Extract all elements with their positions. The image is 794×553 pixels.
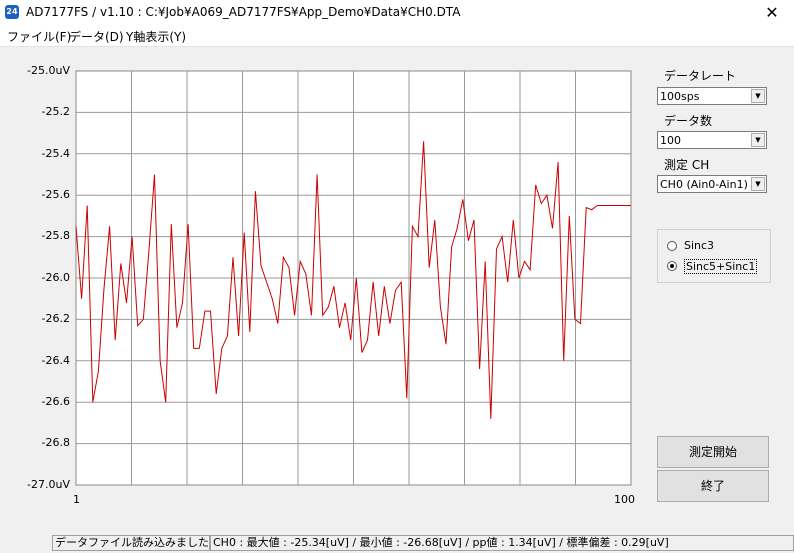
- y-tick-label: -25.8: [41, 229, 70, 242]
- x-tick-label: 100: [614, 493, 635, 506]
- y-tick-label: -26.4: [41, 354, 70, 367]
- y-tick-label: -27.0uV: [27, 478, 70, 491]
- menu-y-axis[interactable]: Y軸表示(Y): [126, 28, 186, 45]
- chevron-down-icon[interactable]: ▼: [751, 133, 765, 147]
- menu-file[interactable]: ファイル(F): [7, 28, 71, 45]
- y-tick-label: -26.2: [41, 312, 70, 325]
- radio-sinc5-sinc1[interactable]: [667, 261, 677, 271]
- radio-selected-dot: [670, 264, 674, 268]
- data-count-label: データ数: [664, 114, 713, 128]
- y-tick-label: -25.0uV: [27, 64, 70, 77]
- menu-bar: ファイル(F) データ(D) Y軸表示(Y): [0, 26, 794, 47]
- menu-data[interactable]: データ(D): [69, 28, 124, 45]
- chevron-down-icon[interactable]: ▼: [751, 89, 765, 103]
- y-tick-label: -25.6: [41, 188, 70, 201]
- close-button[interactable]: ✕: [750, 0, 794, 26]
- window-title: AD7177FS / v1.10 : C:¥Job¥A069_AD7177FS¥…: [26, 5, 461, 19]
- status-bar: データファイル読み込みました CH0 : 最大値 : -25.34[uV] / …: [0, 533, 794, 553]
- radio-sinc3-label[interactable]: Sinc3: [684, 239, 714, 252]
- y-tick-label: -26.0: [41, 271, 70, 284]
- start-measure-button[interactable]: 測定開始: [657, 436, 769, 468]
- status-stats: CH0 : 最大値 : -25.34[uV] / 最小値 : -26.68[uV…: [210, 535, 794, 551]
- waveform-chart: [75, 70, 632, 486]
- chart-area: -25.0uV -25.2 -25.4 -25.6 -25.8 -26.0 -2…: [0, 48, 645, 533]
- radio-sinc5-sinc1-label[interactable]: Sinc5+Sinc1: [684, 259, 758, 274]
- radio-sinc3[interactable]: [667, 241, 677, 251]
- y-tick-label: -25.2: [41, 105, 70, 118]
- exit-button[interactable]: 終了: [657, 470, 769, 502]
- filter-radio-group: Sinc3 Sinc5+Sinc1: [657, 229, 771, 283]
- data-count-value: 100: [660, 134, 681, 147]
- data-rate-value: 100sps: [660, 90, 700, 103]
- data-rate-label: データレート: [664, 69, 737, 83]
- chevron-down-icon[interactable]: ▼: [751, 177, 765, 191]
- title-bar: 24 AD7177FS / v1.10 : C:¥Job¥A069_AD7177…: [0, 0, 794, 26]
- status-message: データファイル読み込みました: [52, 535, 210, 551]
- x-tick-label: 1: [73, 493, 80, 506]
- channel-value: CH0 (Ain0-Ain1): [660, 178, 748, 191]
- channel-label: 測定 CH: [664, 158, 710, 172]
- channel-select[interactable]: CH0 (Ain0-Ain1) ▼: [657, 175, 767, 193]
- app-icon: 24: [5, 5, 19, 19]
- y-tick-label: -26.6: [41, 395, 70, 408]
- data-count-select[interactable]: 100 ▼: [657, 131, 767, 149]
- data-rate-select[interactable]: 100sps ▼: [657, 87, 767, 105]
- y-tick-label: -25.4: [41, 147, 70, 160]
- y-tick-label: -26.8: [41, 436, 70, 449]
